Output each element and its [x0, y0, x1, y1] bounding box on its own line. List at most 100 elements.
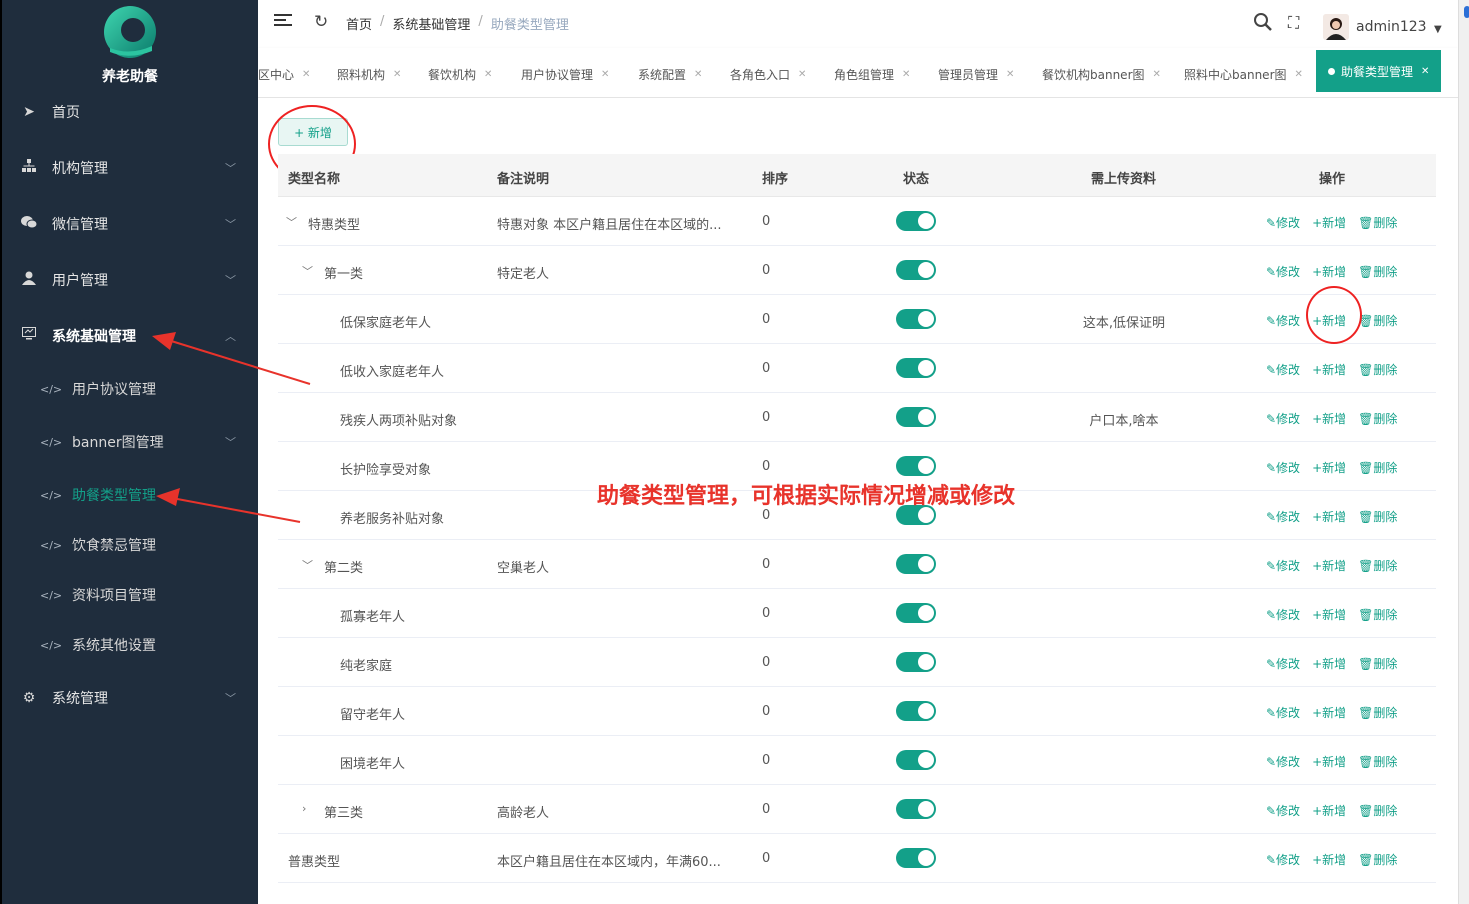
- delete-button[interactable]: 🗑删除: [1358, 216, 1397, 230]
- status-toggle[interactable]: [896, 652, 936, 672]
- add-child-button[interactable]: +新增: [1312, 216, 1346, 230]
- close-icon[interactable]: ✕: [393, 69, 401, 80]
- add-child-button[interactable]: +新增: [1312, 412, 1346, 426]
- edit-button[interactable]: ✎修改: [1266, 755, 1300, 769]
- tab-care-banner[interactable]: 照料中心banner图 ✕: [1184, 60, 1303, 88]
- scroll-knob[interactable]: [1464, 6, 1469, 18]
- chevron-down-icon[interactable]: ﹀: [302, 557, 313, 573]
- add-child-button[interactable]: +新增: [1312, 706, 1346, 720]
- chevron-down-icon[interactable]: ﹀: [302, 263, 313, 279]
- tab-role-group[interactable]: 角色组管理 ✕: [834, 60, 910, 88]
- add-child-button[interactable]: +新增: [1312, 265, 1346, 279]
- close-icon[interactable]: ✕: [601, 69, 609, 80]
- breadcrumb-item[interactable]: 系统基础管理: [392, 14, 470, 33]
- delete-button[interactable]: 🗑删除: [1358, 314, 1397, 328]
- add-child-button[interactable]: +新增: [1312, 559, 1346, 573]
- tab-admin[interactable]: 管理员管理 ✕: [938, 60, 1014, 88]
- tab-catering-org[interactable]: 餐饮机构 ✕: [428, 60, 492, 88]
- status-toggle[interactable]: [896, 407, 936, 427]
- delete-button[interactable]: 🗑删除: [1358, 461, 1397, 475]
- close-icon[interactable]: ✕: [484, 69, 492, 80]
- add-child-button[interactable]: +新增: [1312, 510, 1346, 524]
- tab-system-config[interactable]: 系统配置 ✕: [638, 60, 702, 88]
- edit-button[interactable]: ✎修改: [1266, 216, 1300, 230]
- chevron-down-icon[interactable]: ﹀: [286, 214, 297, 230]
- sidebar-subitem-other-settings[interactable]: </> 系统其他设置: [0, 622, 258, 668]
- delete-button[interactable]: 🗑删除: [1358, 755, 1397, 769]
- close-icon[interactable]: ✕: [1006, 69, 1014, 80]
- caret-down-icon[interactable]: ▼: [1434, 24, 1442, 35]
- delete-button[interactable]: 🗑删除: [1358, 363, 1397, 377]
- add-child-button[interactable]: +新增: [1312, 608, 1346, 622]
- status-toggle[interactable]: [896, 456, 936, 476]
- close-icon[interactable]: ✕: [694, 69, 702, 80]
- tab-role-entry[interactable]: 各角色入口 ✕: [730, 60, 806, 88]
- delete-button[interactable]: 🗑删除: [1358, 559, 1397, 573]
- fullscreen-icon[interactable]: ⛶: [1288, 13, 1299, 33]
- tab-user-agreement[interactable]: 用户协议管理 ✕: [521, 60, 609, 88]
- delete-button[interactable]: 🗑删除: [1358, 804, 1397, 818]
- status-toggle[interactable]: [896, 750, 936, 770]
- add-child-button[interactable]: +新增: [1312, 853, 1346, 867]
- scrollbar[interactable]: [1458, 0, 1469, 904]
- chevron-right-icon[interactable]: ›: [302, 802, 306, 815]
- close-icon[interactable]: ✕: [1295, 69, 1303, 80]
- status-toggle[interactable]: [896, 260, 936, 280]
- add-child-button[interactable]: +新增: [1312, 461, 1346, 475]
- edit-button[interactable]: ✎修改: [1266, 461, 1300, 475]
- add-child-button[interactable]: +新增: [1312, 657, 1346, 671]
- sidebar-item-home[interactable]: ➤ 首页: [0, 87, 258, 137]
- edit-button[interactable]: ✎修改: [1266, 608, 1300, 622]
- delete-button[interactable]: 🗑删除: [1358, 265, 1397, 279]
- close-icon[interactable]: ✕: [1153, 69, 1161, 80]
- sidebar-item-system[interactable]: ⚙ 系统管理 ﹀: [0, 673, 258, 723]
- sidebar-item-wechat[interactable]: 微信管理 ﹀: [0, 199, 258, 249]
- delete-button[interactable]: 🗑删除: [1358, 412, 1397, 426]
- status-toggle[interactable]: [896, 701, 936, 721]
- edit-button[interactable]: ✎修改: [1266, 804, 1300, 818]
- add-child-button[interactable]: +新增: [1312, 755, 1346, 769]
- add-child-button[interactable]: +新增: [1312, 804, 1346, 818]
- breadcrumb-item[interactable]: 首页: [346, 14, 372, 33]
- status-toggle[interactable]: [896, 358, 936, 378]
- sidebar-item-system-base[interactable]: 系统基础管理 ︿: [0, 311, 258, 361]
- delete-button[interactable]: 🗑删除: [1358, 853, 1397, 867]
- status-toggle[interactable]: [896, 554, 936, 574]
- tab-meal-type[interactable]: 助餐类型管理 ✕: [1316, 50, 1442, 92]
- status-toggle[interactable]: [896, 211, 936, 231]
- delete-button[interactable]: 🗑删除: [1358, 608, 1397, 622]
- delete-button[interactable]: 🗑删除: [1358, 657, 1397, 671]
- sidebar-item-org[interactable]: 机构管理 ﹀: [0, 143, 258, 193]
- status-toggle[interactable]: [896, 603, 936, 623]
- status-toggle[interactable]: [896, 848, 936, 868]
- edit-button[interactable]: ✎修改: [1266, 510, 1300, 524]
- sidebar-subitem-diet-taboo[interactable]: </> 饮食禁忌管理: [0, 522, 258, 568]
- close-icon[interactable]: ✕: [302, 69, 310, 80]
- menu-toggle-icon[interactable]: [274, 14, 292, 30]
- tab-care-org[interactable]: 照料机构 ✕: [337, 60, 401, 88]
- sidebar-subitem-user-agreement[interactable]: </> 用户协议管理: [0, 366, 258, 412]
- tab-catering-banner[interactable]: 餐饮机构banner图 ✕: [1042, 60, 1161, 88]
- edit-button[interactable]: ✎修改: [1266, 853, 1300, 867]
- edit-button[interactable]: ✎修改: [1266, 706, 1300, 720]
- edit-button[interactable]: ✎修改: [1266, 657, 1300, 671]
- sidebar-subitem-material[interactable]: </> 资料项目管理: [0, 572, 258, 618]
- search-icon[interactable]: [1253, 12, 1273, 32]
- username[interactable]: admin123: [1356, 19, 1427, 35]
- sidebar-item-user[interactable]: 用户管理 ﹀: [0, 255, 258, 305]
- add-child-button[interactable]: +新增: [1312, 363, 1346, 377]
- edit-button[interactable]: ✎修改: [1266, 559, 1300, 573]
- close-icon[interactable]: ✕: [798, 69, 806, 80]
- refresh-icon[interactable]: ↻: [314, 12, 328, 32]
- delete-button[interactable]: 🗑删除: [1358, 510, 1397, 524]
- sidebar-subitem-banner[interactable]: </> banner图管理 ﹀: [0, 419, 258, 465]
- status-toggle[interactable]: [896, 309, 936, 329]
- edit-button[interactable]: ✎修改: [1266, 265, 1300, 279]
- edit-button[interactable]: ✎修改: [1266, 412, 1300, 426]
- edit-button[interactable]: ✎修改: [1266, 314, 1300, 328]
- close-icon[interactable]: ✕: [1421, 66, 1429, 77]
- tab-district-center[interactable]: 区中心 ✕: [258, 60, 310, 88]
- close-icon[interactable]: ✕: [902, 69, 910, 80]
- delete-button[interactable]: 🗑删除: [1358, 706, 1397, 720]
- avatar[interactable]: [1323, 14, 1349, 40]
